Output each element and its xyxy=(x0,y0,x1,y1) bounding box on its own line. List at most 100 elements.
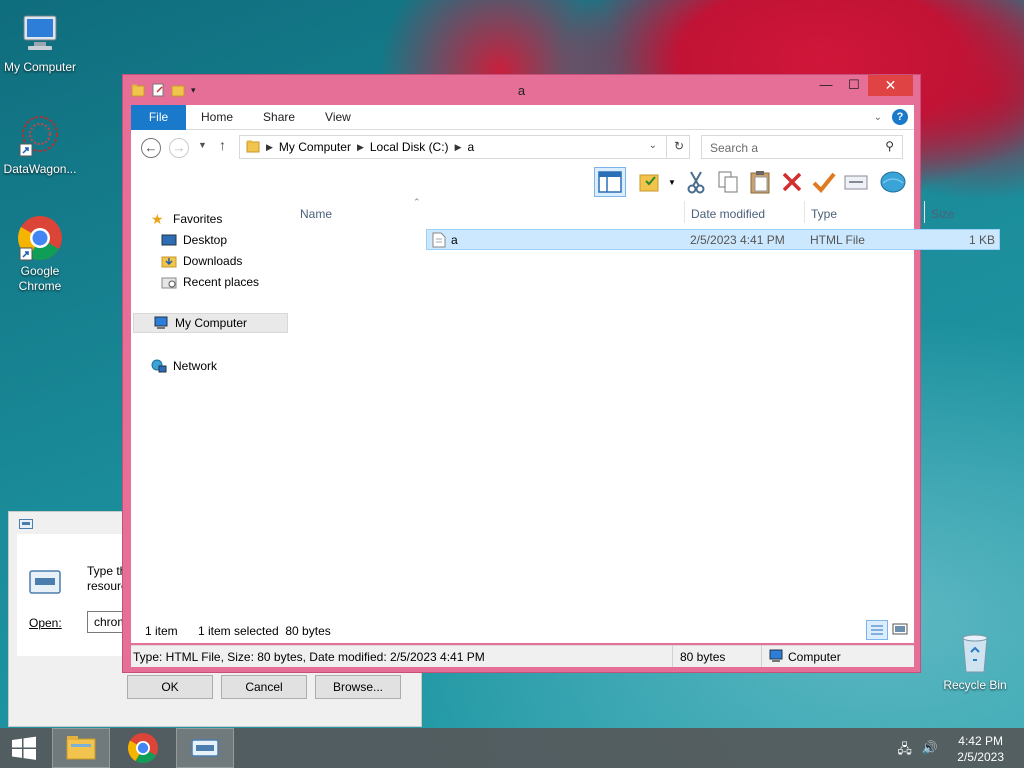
status-bar: 1 item 1 item selected 80 bytes xyxy=(131,617,914,643)
system-tray: 🖧 🔊 xyxy=(897,740,938,762)
selection-info: 1 item selected 80 bytes xyxy=(198,624,331,638)
minimize-button[interactable]: — xyxy=(812,75,840,96)
desktop-icon-my-computer[interactable]: My Computer xyxy=(0,10,80,75)
file-date: 2/5/2023 4:41 PM xyxy=(690,233,785,247)
large-icons-view-button[interactable] xyxy=(891,621,909,640)
nav-downloads[interactable]: Downloads xyxy=(131,251,288,271)
chevron-right-icon[interactable]: ▶ xyxy=(266,142,273,153)
nav-network[interactable]: Network xyxy=(131,356,288,376)
search-input[interactable]: Search a ⚲ xyxy=(701,135,903,159)
file-explorer-icon xyxy=(66,736,96,760)
desktop-icon xyxy=(161,233,177,247)
desktop-icon-google-chrome[interactable]: Google Chrome xyxy=(0,214,80,294)
item-count: 1 item xyxy=(145,624,178,638)
column-header-size[interactable]: Size xyxy=(931,207,954,227)
delete-icon[interactable] xyxy=(778,169,806,195)
file-type: HTML File xyxy=(810,233,865,247)
cut-icon[interactable] xyxy=(682,169,710,195)
taskbar-run[interactable] xyxy=(176,728,234,768)
navigation-pane: ★ Favorites Desktop Downloads Recent pla… xyxy=(131,199,288,617)
tab-home[interactable]: Home xyxy=(186,105,248,130)
open-label: Open: xyxy=(29,616,62,630)
nav-label: Desktop xyxy=(183,233,228,247)
nav-my-computer[interactable]: My Computer xyxy=(133,313,288,333)
chevron-right-icon[interactable]: ▶ xyxy=(357,142,364,153)
search-placeholder: Search a xyxy=(710,141,759,155)
forward-button[interactable]: → xyxy=(169,138,189,158)
desktop-icon-label: DataWagon... xyxy=(3,162,77,176)
tab-file[interactable]: File xyxy=(131,104,186,130)
datawagon-icon xyxy=(16,112,64,160)
clock[interactable]: 4:42 PM 2/5/2023 xyxy=(957,733,1004,765)
details-bar: Type: HTML File, Size: 80 bytes, Date mo… xyxy=(131,645,914,667)
column-header-date-modified[interactable]: Date modified xyxy=(691,207,765,227)
desktop-icon-datawagon[interactable]: DataWagon... xyxy=(0,112,80,177)
properties-window-icon[interactable] xyxy=(842,169,870,195)
maximize-button[interactable]: ☐ xyxy=(840,75,868,96)
column-header-type[interactable]: Type xyxy=(811,207,837,227)
details-divider xyxy=(672,645,673,667)
nav-desktop[interactable]: Desktop xyxy=(131,230,288,250)
breadcrumb-local-disk[interactable]: Local Disk (C:) xyxy=(370,140,449,154)
recycle-bin-icon xyxy=(951,628,999,676)
desktop-icon-recycle-bin[interactable]: Recycle Bin xyxy=(935,628,1015,693)
paste-icon[interactable] xyxy=(746,169,774,195)
chrome-icon xyxy=(127,733,158,764)
file-name: a xyxy=(451,233,458,247)
help-icon[interactable]: ? xyxy=(892,109,908,125)
table-row[interactable]: a 2/5/2023 4:41 PM HTML File 1 KB xyxy=(426,229,1000,250)
chevron-right-icon[interactable]: ▶ xyxy=(455,142,462,153)
address-dropdown-icon[interactable]: ⌄ xyxy=(649,140,657,151)
ok-button[interactable]: OK xyxy=(127,675,213,699)
volume-icon[interactable]: 🔊 xyxy=(922,740,938,762)
network-status-icon[interactable]: 🖧 xyxy=(897,740,912,762)
nav-label: My Computer xyxy=(175,316,248,330)
details-location: Computer xyxy=(788,650,841,664)
window-title: a xyxy=(517,83,526,98)
taskbar-chrome[interactable] xyxy=(114,728,172,768)
recent-locations-icon[interactable]: ▼ xyxy=(198,140,207,150)
column-divider[interactable] xyxy=(684,201,685,223)
html-file-icon xyxy=(432,232,446,251)
desktop-icon-label: Recycle Bin xyxy=(943,678,1007,692)
recent-places-icon xyxy=(161,275,177,289)
tab-view[interactable]: View xyxy=(310,105,366,130)
run-large-icon xyxy=(29,570,61,597)
up-button[interactable]: ↑ xyxy=(219,137,226,153)
details-info: Type: HTML File, Size: 80 bytes, Date mo… xyxy=(133,650,485,664)
title-bar[interactable]: ▾ a — ☐ ✕ xyxy=(123,75,920,105)
network-icon xyxy=(151,359,167,373)
tab-share[interactable]: Share xyxy=(248,105,310,130)
browse-button[interactable]: Browse... xyxy=(315,675,401,699)
breadcrumb-a[interactable]: a xyxy=(467,140,474,154)
cancel-button[interactable]: Cancel xyxy=(221,675,307,699)
copy-icon[interactable] xyxy=(714,169,742,195)
preview-pane-button[interactable] xyxy=(594,167,626,197)
start-button[interactable] xyxy=(0,728,48,768)
close-button[interactable]: ✕ xyxy=(868,75,913,96)
column-header-name[interactable]: Name xyxy=(300,207,332,227)
address-box[interactable]: ▶ My Computer ▶ Local Disk (C:) ▶ a ⌄ xyxy=(239,135,690,159)
expand-ribbon-icon[interactable]: ⌄ xyxy=(874,112,882,123)
breadcrumb-my-computer[interactable]: My Computer xyxy=(279,140,351,154)
refresh-icon[interactable]: ↻ xyxy=(666,135,691,159)
rename-check-icon[interactable] xyxy=(810,169,838,195)
back-button[interactable]: ← xyxy=(141,138,161,158)
downloads-icon xyxy=(161,254,177,268)
desktop-icon-label: Google Chrome xyxy=(18,264,62,293)
dropdown-arrow-icon[interactable]: ▼ xyxy=(668,178,676,187)
clock-time: 4:42 PM xyxy=(958,734,1003,748)
clock-date: 2/5/2023 xyxy=(957,750,1004,764)
computer-icon xyxy=(153,316,169,330)
taskbar-file-explorer[interactable] xyxy=(52,728,110,768)
details-view-button[interactable] xyxy=(866,620,888,640)
column-divider[interactable] xyxy=(924,201,925,223)
column-divider[interactable] xyxy=(804,201,805,223)
network-globe-icon[interactable] xyxy=(879,169,907,195)
nav-recent-places[interactable]: Recent places xyxy=(131,272,288,292)
search-icon: ⚲ xyxy=(885,139,894,153)
taskbar: 🖧 🔊 4:42 PM 2/5/2023 xyxy=(0,728,1024,768)
nav-favorites[interactable]: ★ Favorites xyxy=(131,209,288,229)
ribbon-right: ⌄ ? xyxy=(874,109,908,125)
folder-options-icon[interactable] xyxy=(636,169,664,195)
